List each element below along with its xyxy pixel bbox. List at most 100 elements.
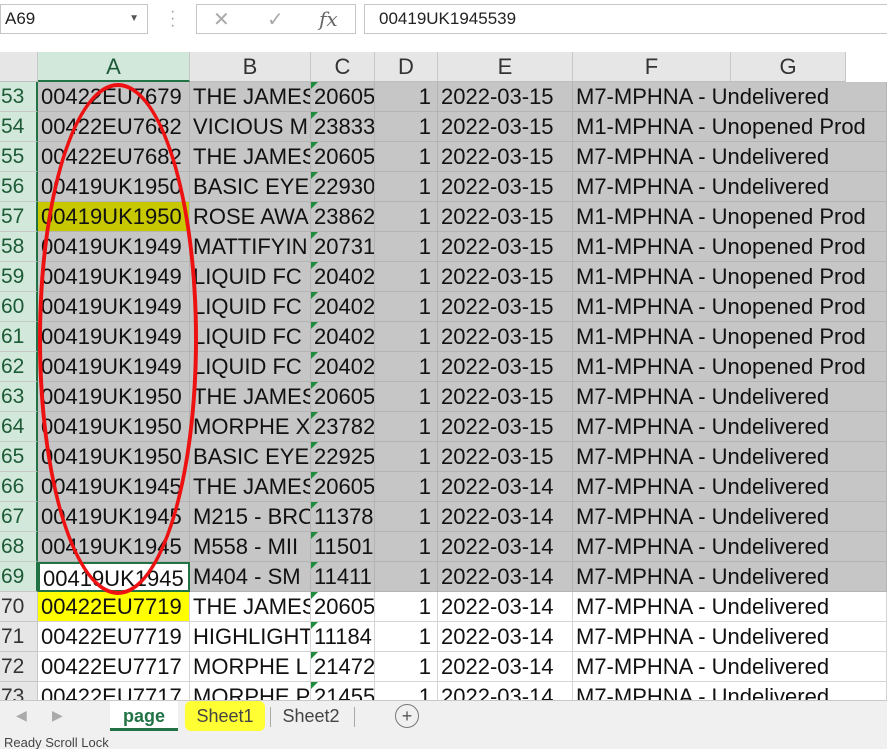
cell-a[interactable]: 00419UK1949 [38,322,190,352]
cell-a[interactable]: 00419UK1949 [38,262,190,292]
cell-a[interactable]: 00422EU7719 [38,622,190,652]
cell-c[interactable]: 23862 [311,202,375,232]
column-header-b[interactable]: B [190,52,311,82]
cell-a[interactable]: 00422EU7682 [38,142,190,172]
cell-d[interactable]: 1 [375,442,438,472]
insert-function-icon[interactable]: fx [319,7,338,31]
cell-c[interactable]: 20605 [311,592,375,622]
cell-d[interactable]: 1 [375,622,438,652]
column-header-c[interactable]: C [311,52,375,82]
cell-a[interactable]: 00419UK1945 [38,532,190,562]
row-header[interactable]: 63 [0,382,38,412]
row-header[interactable]: 70 [0,592,38,622]
cell-a[interactable]: 00422EU7717 [38,652,190,682]
cell-c[interactable]: 20402 [311,322,375,352]
row-header[interactable]: 64 [0,412,38,442]
cell-e[interactable]: 2022-03-15 [438,112,573,142]
cell-e[interactable]: 2022-03-15 [438,382,573,412]
cell-d[interactable]: 1 [375,412,438,442]
cell-a[interactable]: 00419UK1945 [38,502,190,532]
cell-c[interactable]: 22925 [311,442,375,472]
cell-c[interactable]: 23833 [311,112,375,142]
cell-f[interactable]: M7-MPHNA - Undelivered [573,382,887,412]
cell-d[interactable]: 1 [375,352,438,382]
cell-c[interactable]: 11501 [311,532,375,562]
cell-c[interactable]: 20731 [311,232,375,262]
cell-b[interactable]: HIGHLIGHT [190,622,311,652]
cell-d[interactable]: 1 [375,652,438,682]
cell-f[interactable]: M7-MPHNA - Undelivered [573,82,887,112]
cell-f[interactable]: M1-MPHNA - Unopened Prod [573,232,887,262]
cell-e[interactable]: 2022-03-14 [438,682,573,700]
cell-f[interactable]: M7-MPHNA - Undelivered [573,652,887,682]
cell-e[interactable]: 2022-03-15 [438,262,573,292]
scroll-right-icon[interactable]: ▶ [52,707,63,724]
column-header-d[interactable]: D [375,52,438,82]
row-header[interactable]: 59 [0,262,38,292]
row-header[interactable]: 56 [0,172,38,202]
row-header[interactable]: 58 [0,232,38,262]
cell-c[interactable]: 20402 [311,352,375,382]
cell-d[interactable]: 1 [375,142,438,172]
column-header-g[interactable]: G [731,52,846,82]
cell-e[interactable]: 2022-03-15 [438,292,573,322]
cell-f[interactable]: M1-MPHNA - Unopened Prod [573,262,887,292]
cell-c[interactable]: 11378 [311,502,375,532]
name-box[interactable]: A69 ▼ [0,4,148,34]
cell-b[interactable]: MORPHE P [190,682,311,700]
cell-a[interactable]: 00422EU7717 [38,682,190,700]
more-options-icon[interactable]: · · · [170,4,175,34]
cell-a[interactable]: 00419UK1950 [38,412,190,442]
cell-a[interactable]: 00419UK1949 [38,232,190,262]
cell-f[interactable]: M7-MPHNA - Undelivered [573,502,887,532]
cancel-icon[interactable]: ✕ [213,7,230,32]
cell-e[interactable]: 2022-03-15 [438,322,573,352]
cell-b[interactable]: MORPHE L [190,652,311,682]
cell-f[interactable]: M1-MPHNA - Unopened Prod [573,112,887,142]
cell-f[interactable]: M1-MPHNA - Unopened Prod [573,292,887,322]
cell-d[interactable]: 1 [375,382,438,412]
column-header-a[interactable]: A [38,52,190,82]
tab-sheet1[interactable]: Sheet1 [185,701,265,731]
cell-c[interactable]: 20402 [311,292,375,322]
row-header[interactable]: 60 [0,292,38,322]
cell-c[interactable]: 20402 [311,262,375,292]
cell-f[interactable]: M7-MPHNA - Undelivered [573,682,887,700]
cell-c[interactable]: 11184 [311,622,375,652]
cell-b[interactable]: M215 - BRO [190,502,311,532]
cell-b[interactable]: M404 - SM [190,562,311,592]
cell-b[interactable]: VICIOUS M [190,112,311,142]
cell-c[interactable]: 21455 [311,682,375,700]
cell-c[interactable]: 20605 [311,82,375,112]
cell-a[interactable]: 00419UK1949 [38,352,190,382]
cell-e[interactable]: 2022-03-15 [438,352,573,382]
cell-e[interactable]: 2022-03-15 [438,442,573,472]
cell-f[interactable]: M7-MPHNA - Undelivered [573,442,887,472]
cell-b[interactable]: LIQUID FC [190,262,311,292]
cell-a[interactable]: 00419UK1949 [38,292,190,322]
cell-c[interactable]: 20605 [311,382,375,412]
row-header[interactable]: 55 [0,142,38,172]
cell-d[interactable]: 1 [375,322,438,352]
cell-f[interactable]: M1-MPHNA - Unopened Prod [573,352,887,382]
cell-d[interactable]: 1 [375,292,438,322]
cell-b[interactable]: BASIC EYEI [190,172,311,202]
cell-d[interactable]: 1 [375,82,438,112]
cell-d[interactable]: 1 [375,202,438,232]
cell-a[interactable]: 00419UK1945 [38,562,190,592]
cell-e[interactable]: 2022-03-14 [438,562,573,592]
cell-d[interactable]: 1 [375,172,438,202]
cell-b[interactable]: THE JAMES [190,142,311,172]
row-header[interactable]: 69 [0,562,38,592]
cell-d[interactable]: 1 [375,502,438,532]
cell-e[interactable]: 2022-03-15 [438,142,573,172]
cell-d[interactable]: 1 [375,262,438,292]
cell-a[interactable]: 00419UK1950 [38,382,190,412]
cell-d[interactable]: 1 [375,232,438,262]
chevron-down-icon[interactable]: ▼ [129,5,139,33]
cell-a[interactable]: 00422EU7719 [38,592,190,622]
cell-c[interactable]: 20605 [311,472,375,502]
cell-b[interactable]: ROSE AWA [190,202,311,232]
cell-d[interactable]: 1 [375,532,438,562]
cell-a[interactable]: 00422EU7682 [38,112,190,142]
